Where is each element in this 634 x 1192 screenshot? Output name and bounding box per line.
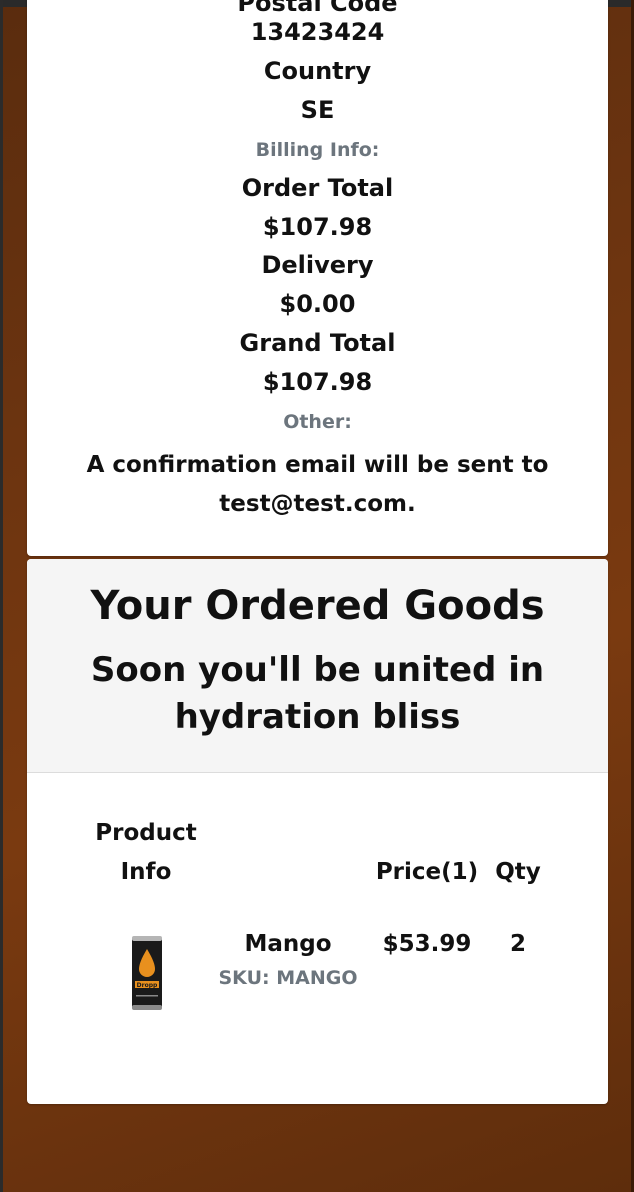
order-total-label: Order Total	[241, 174, 394, 202]
ordered-goods-card: Your Ordered Goods Soon you'll be united…	[27, 559, 608, 1104]
grand-total-value: $107.98	[262, 368, 373, 396]
ordered-goods-header: Your Ordered Goods Soon you'll be united…	[27, 559, 608, 773]
product-sku: SKU: MANGO	[218, 967, 358, 989]
billing-info-label: Billing Info:	[255, 139, 380, 161]
other-label: Other:	[283, 411, 352, 433]
delivery-value: $0.00	[279, 290, 356, 318]
postal-code-value: 13423424	[250, 18, 385, 46]
postal-code-label: Postal Code	[237, 0, 398, 17]
order-total-value: $107.98	[262, 213, 373, 241]
ordered-goods-title: Your Ordered Goods	[90, 583, 545, 629]
grand-total-label: Grand Total	[239, 329, 396, 357]
country-label: Country	[263, 57, 372, 85]
product-price: $53.99	[382, 931, 472, 957]
ordered-goods-subtitle: Soon you'll be united in hydration bliss	[90, 650, 545, 737]
delivery-label: Delivery	[261, 251, 374, 279]
column-header-product-info: Product Info	[95, 820, 197, 885]
svg-text:Dropp: Dropp	[137, 982, 158, 989]
country-value: SE	[300, 96, 335, 124]
left-window-edge	[0, 0, 3, 1192]
product-name: Mango	[244, 931, 332, 957]
product-qty: 2	[509, 931, 526, 957]
column-header-qty: Qty	[495, 859, 541, 885]
drink-can-image: Dropp	[132, 936, 162, 1010]
order-details-card: Postal Code 13423424 Country SE Billing …	[27, 0, 608, 556]
confirmation-message: A confirmation email will be sent to tes…	[86, 452, 549, 517]
column-header-price: Price(1)	[375, 859, 479, 885]
